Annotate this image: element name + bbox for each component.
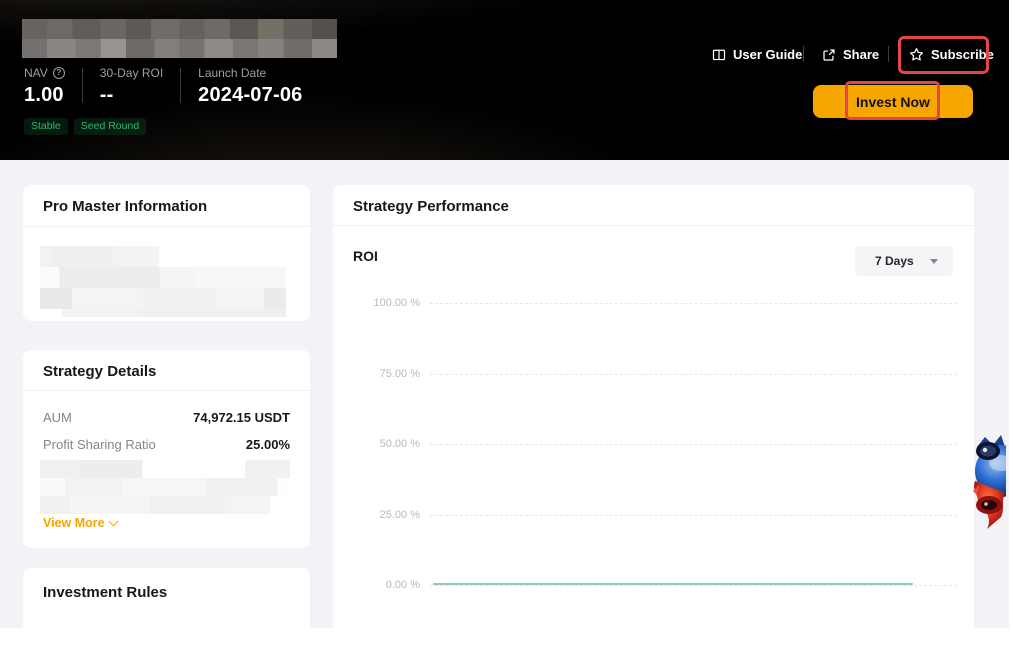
gridline-row: 0.00 %: [353, 578, 957, 592]
pro-master-redacted-content: [40, 246, 286, 317]
redacted-block: [40, 309, 286, 317]
ytick-label: 50.00 %: [353, 438, 430, 450]
detail-row-profit-sharing: Profit Sharing Ratio 25.00%: [43, 437, 290, 452]
star-icon: [909, 47, 924, 62]
divider: [23, 390, 310, 391]
stat-30d-roi: 30-Day ROI --: [100, 66, 163, 107]
gridline-row: 25.00 %: [353, 508, 957, 522]
share-button[interactable]: Share: [822, 47, 879, 62]
investment-rules-card: Investment Rules: [23, 568, 310, 668]
stat-nav: NAV ? 1.00: [24, 66, 65, 107]
aum-label: AUM: [43, 410, 72, 425]
gridline: [430, 444, 957, 445]
book-icon: [712, 48, 726, 62]
chevron-down-icon: [108, 517, 118, 527]
roi-series-line: [433, 583, 913, 585]
investment-rules-title: Investment Rules: [43, 584, 167, 601]
gridline-row: 50.00 %: [353, 437, 957, 451]
share-icon: [822, 48, 836, 62]
gridline-row: 75.00 %: [353, 367, 957, 381]
divider: [82, 68, 83, 103]
ytick-label: 100.00 %: [353, 297, 430, 309]
user-guide-label: User Guide: [733, 47, 802, 62]
redacted-block: [22, 39, 337, 59]
strategy-details-title: Strategy Details: [43, 363, 156, 380]
profit-sharing-label: Profit Sharing Ratio: [43, 437, 156, 452]
divider: [803, 46, 804, 62]
view-more-label: View More: [43, 516, 105, 530]
mascot-character[interactable]: [971, 433, 1006, 535]
redacted-block: [40, 267, 286, 288]
redacted-block: [40, 478, 290, 496]
badge-stable: Stable: [24, 118, 68, 135]
aum-value: 74,972.15 USDT: [193, 410, 290, 425]
strategy-title-redacted: [22, 19, 337, 58]
stat-roi-value: --: [100, 84, 163, 107]
redacted-block: [22, 19, 337, 39]
content-area: Pro Master Information Strategy Details …: [0, 160, 1009, 628]
divider: [180, 68, 181, 103]
hero-header: NAV ? 1.00 30-Day ROI -- Launch Date 202…: [0, 0, 1009, 160]
view-more-link[interactable]: View More: [43, 516, 117, 530]
subscribe-label: Subscribe: [931, 47, 994, 62]
dropdown-arrow-icon: [930, 259, 938, 264]
subscribe-button[interactable]: Subscribe: [909, 47, 994, 62]
ytick-label: 25.00 %: [353, 509, 430, 521]
hero-badges: Stable Seed Round: [24, 118, 146, 135]
redacted-block: [40, 460, 290, 478]
stat-launch-value: 2024-07-06: [198, 84, 302, 107]
gridline: [430, 303, 957, 304]
user-guide-button[interactable]: User Guide: [712, 47, 802, 62]
stat-launch-date: Launch Date 2024-07-06: [198, 66, 302, 107]
divider: [23, 226, 310, 227]
hero-stats: NAV ? 1.00 30-Day ROI -- Launch Date 202…: [24, 66, 302, 107]
gridline: [430, 515, 957, 516]
redacted-block: [40, 246, 232, 267]
gridline-row: 100.00 %: [353, 296, 957, 310]
pro-master-title: Pro Master Information: [43, 198, 207, 215]
stat-launch-label: Launch Date: [198, 66, 266, 80]
strategy-performance-card: Strategy Performance ROI 7 Days 100.00 %…: [333, 185, 974, 655]
strategy-details-redacted-content: [40, 460, 290, 514]
profit-sharing-value: 25.00%: [246, 437, 290, 452]
roi-chart-label: ROI: [353, 248, 378, 264]
time-range-dropdown[interactable]: 7 Days: [855, 246, 953, 276]
time-range-value: 7 Days: [875, 254, 930, 268]
strategy-details-card: Strategy Details AUM 74,972.15 USDT Prof…: [23, 350, 310, 548]
ytick-label: 75.00 %: [353, 368, 430, 380]
pro-master-information-card: Pro Master Information: [23, 185, 310, 321]
ytick-label: 0.00 %: [353, 579, 430, 591]
gridline: [430, 374, 957, 375]
strategy-performance-title: Strategy Performance: [353, 198, 509, 215]
stat-nav-value: 1.00: [24, 84, 65, 107]
redacted-block: [40, 496, 290, 514]
badge-seed-round: Seed Round: [74, 118, 146, 135]
stat-nav-label: NAV: [24, 66, 48, 80]
share-label: Share: [843, 47, 879, 62]
detail-row-aum: AUM 74,972.15 USDT: [43, 410, 290, 425]
invest-now-button[interactable]: Invest Now: [813, 85, 973, 118]
divider: [888, 46, 889, 62]
divider: [333, 225, 974, 226]
help-icon[interactable]: ?: [53, 67, 65, 79]
mascot-image: [971, 433, 1006, 535]
redacted-block: [40, 288, 286, 309]
stat-roi-label: 30-Day ROI: [100, 66, 163, 80]
page: NAV ? 1.00 30-Day ROI -- Launch Date 202…: [0, 0, 1009, 628]
